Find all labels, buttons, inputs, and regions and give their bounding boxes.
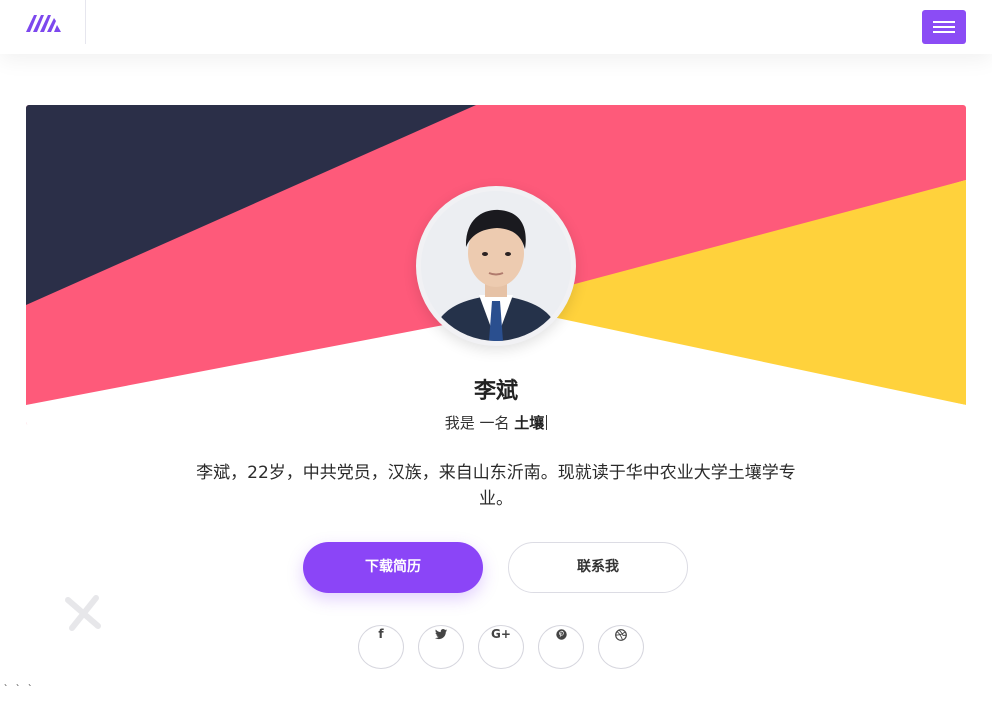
profile-role: 我是 一名 土壤	[0, 412, 992, 433]
contact-me-button[interactable]: 联系我	[508, 542, 688, 593]
stray-text: ` ` `	[3, 684, 34, 695]
profile-bio: 李斌，22岁，中共党员，汉族，来自山东沂南。现就读于华中农业大学土壤学专业。	[196, 463, 796, 509]
profile-name: 李斌	[473, 379, 518, 404]
profile-avatar	[416, 186, 576, 346]
twitter-link[interactable]	[418, 625, 464, 669]
pinterest-link[interactable]	[538, 625, 584, 669]
facebook-icon: f	[378, 627, 384, 641]
role-prefix: 我是 一名	[444, 414, 515, 432]
m-logo-icon[interactable]	[24, 12, 64, 34]
hamburger-icon-line	[933, 21, 955, 23]
facebook-link[interactable]: f	[358, 625, 404, 669]
dribbble-icon	[599, 627, 643, 644]
role-highlight: 土壤	[514, 414, 545, 432]
nav-divider	[85, 0, 86, 44]
decorative-x-shape	[65, 595, 101, 631]
dribbble-link[interactable]	[598, 625, 644, 669]
hamburger-icon-line	[933, 31, 955, 33]
download-resume-button[interactable]: 下载简历	[303, 542, 483, 593]
google-plus-icon: G+	[491, 627, 511, 641]
hamburger-icon-line	[933, 26, 955, 28]
menu-toggle-button[interactable]	[922, 10, 966, 44]
typing-cursor	[546, 415, 548, 430]
top-navbar	[0, 0, 992, 54]
pinterest-icon	[539, 627, 583, 643]
google-plus-link[interactable]: G+	[478, 625, 524, 669]
twitter-icon	[419, 627, 463, 643]
